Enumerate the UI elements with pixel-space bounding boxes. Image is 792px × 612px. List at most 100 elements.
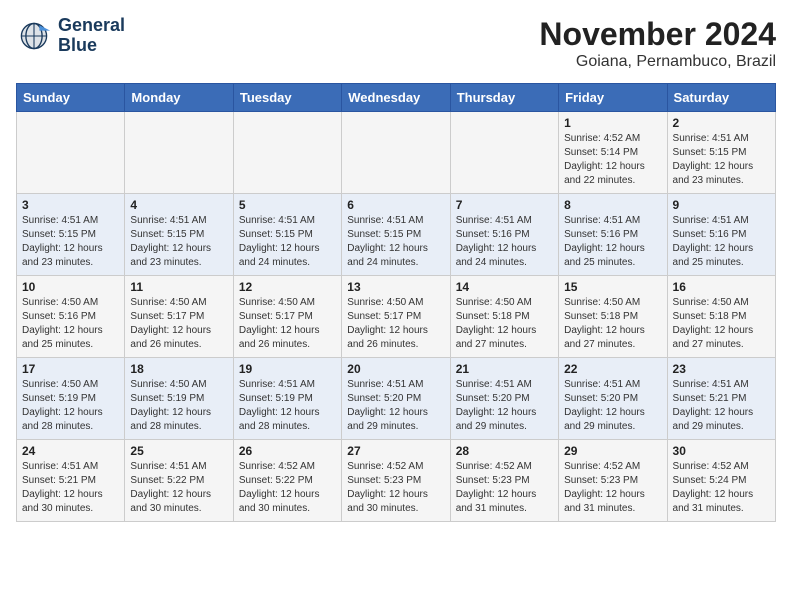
- day-info: Sunrise: 4:51 AM Sunset: 5:15 PM Dayligh…: [22, 214, 119, 270]
- calendar-cell: 26 Sunrise: 4:52 AM Sunset: 5:22 PM Dayli…: [233, 440, 341, 522]
- day-number: 11: [130, 280, 227, 294]
- location-title: Goiana, Pernambuco, Brazil: [539, 53, 776, 71]
- day-info: Sunrise: 4:52 AM Sunset: 5:24 PM Dayligh…: [673, 460, 770, 516]
- weekday-header-row: SundayMondayTuesdayWednesdayThursdayFrid…: [17, 84, 776, 112]
- calendar-cell: 5 Sunrise: 4:51 AM Sunset: 5:15 PM Daylig…: [233, 194, 341, 276]
- day-number: 7: [456, 198, 553, 212]
- calendar-cell: 12 Sunrise: 4:50 AM Sunset: 5:17 PM Dayli…: [233, 276, 341, 358]
- day-info: Sunrise: 4:51 AM Sunset: 5:15 PM Dayligh…: [239, 214, 336, 270]
- day-info: Sunrise: 4:51 AM Sunset: 5:16 PM Dayligh…: [456, 214, 553, 270]
- day-number: 18: [130, 362, 227, 376]
- week-row-2: 3 Sunrise: 4:51 AM Sunset: 5:15 PM Daylig…: [17, 194, 776, 276]
- calendar-cell: 14 Sunrise: 4:50 AM Sunset: 5:18 PM Dayli…: [450, 276, 558, 358]
- weekday-header-wednesday: Wednesday: [342, 84, 450, 112]
- day-number: 13: [347, 280, 444, 294]
- day-number: 4: [130, 198, 227, 212]
- calendar-cell: 15 Sunrise: 4:50 AM Sunset: 5:18 PM Dayli…: [559, 276, 667, 358]
- day-number: 30: [673, 444, 770, 458]
- calendar-cell: 11 Sunrise: 4:50 AM Sunset: 5:17 PM Dayli…: [125, 276, 233, 358]
- day-number: 16: [673, 280, 770, 294]
- day-info: Sunrise: 4:52 AM Sunset: 5:23 PM Dayligh…: [564, 460, 661, 516]
- day-number: 17: [22, 362, 119, 376]
- day-info: Sunrise: 4:51 AM Sunset: 5:20 PM Dayligh…: [347, 378, 444, 434]
- day-info: Sunrise: 4:51 AM Sunset: 5:15 PM Dayligh…: [130, 214, 227, 270]
- day-info: Sunrise: 4:51 AM Sunset: 5:15 PM Dayligh…: [673, 132, 770, 188]
- day-info: Sunrise: 4:51 AM Sunset: 5:19 PM Dayligh…: [239, 378, 336, 434]
- calendar-cell: [233, 112, 341, 194]
- day-number: 14: [456, 280, 553, 294]
- day-number: 3: [22, 198, 119, 212]
- day-info: Sunrise: 4:52 AM Sunset: 5:23 PM Dayligh…: [347, 460, 444, 516]
- calendar-cell: 10 Sunrise: 4:50 AM Sunset: 5:16 PM Dayli…: [17, 276, 125, 358]
- calendar-cell: 28Sunrise: 4:52 AM Sunset: 5:23 PM Dayli…: [450, 440, 558, 522]
- day-info: Sunrise: 4:51 AM Sunset: 5:21 PM Dayligh…: [22, 460, 119, 516]
- calendar-cell: [125, 112, 233, 194]
- day-info: Sunrise: 4:51 AM Sunset: 5:20 PM Dayligh…: [564, 378, 661, 434]
- week-row-5: 24 Sunrise: 4:51 AM Sunset: 5:21 PM Dayli…: [17, 440, 776, 522]
- calendar-table: SundayMondayTuesdayWednesdayThursdayFrid…: [16, 83, 776, 522]
- day-number: 21: [456, 362, 553, 376]
- calendar-cell: 1 Sunrise: 4:52 AM Sunset: 5:14 PM Daylig…: [559, 112, 667, 194]
- day-number: 29: [564, 444, 661, 458]
- day-info: Sunrise: 4:51 AM Sunset: 5:16 PM Dayligh…: [673, 214, 770, 270]
- weekday-header-friday: Friday: [559, 84, 667, 112]
- logo-icon: [16, 18, 52, 54]
- day-info: Sunrise: 4:50 AM Sunset: 5:19 PM Dayligh…: [22, 378, 119, 434]
- day-number: 9: [673, 198, 770, 212]
- calendar-cell: 30 Sunrise: 4:52 AM Sunset: 5:24 PM Dayli…: [667, 440, 775, 522]
- calendar-cell: [342, 112, 450, 194]
- day-number: 27: [347, 444, 444, 458]
- calendar-cell: 29 Sunrise: 4:52 AM Sunset: 5:23 PM Dayli…: [559, 440, 667, 522]
- calendar-cell: 8Sunrise: 4:51 AM Sunset: 5:16 PM Daylig…: [559, 194, 667, 276]
- logo: General Blue: [16, 16, 125, 56]
- weekday-header-saturday: Saturday: [667, 84, 775, 112]
- weekday-header-sunday: Sunday: [17, 84, 125, 112]
- day-number: 28: [456, 444, 553, 458]
- calendar-cell: 18 Sunrise: 4:50 AM Sunset: 5:19 PM Dayli…: [125, 358, 233, 440]
- day-info: Sunrise: 4:51 AM Sunset: 5:22 PM Dayligh…: [130, 460, 227, 516]
- day-info: Sunrise: 4:50 AM Sunset: 5:19 PM Dayligh…: [130, 378, 227, 434]
- day-number: 1: [564, 116, 661, 130]
- calendar-cell: [17, 112, 125, 194]
- calendar-cell: 9 Sunrise: 4:51 AM Sunset: 5:16 PM Daylig…: [667, 194, 775, 276]
- day-info: Sunrise: 4:50 AM Sunset: 5:17 PM Dayligh…: [130, 296, 227, 352]
- calendar-cell: 7 Sunrise: 4:51 AM Sunset: 5:16 PM Daylig…: [450, 194, 558, 276]
- day-info: Sunrise: 4:52 AM Sunset: 5:14 PM Dayligh…: [564, 132, 661, 188]
- week-row-3: 10 Sunrise: 4:50 AM Sunset: 5:16 PM Dayli…: [17, 276, 776, 358]
- day-number: 24: [22, 444, 119, 458]
- title-area: November 2024 Goiana, Pernambuco, Brazil: [539, 16, 776, 71]
- calendar-cell: 17 Sunrise: 4:50 AM Sunset: 5:19 PM Dayli…: [17, 358, 125, 440]
- calendar-cell: 25Sunrise: 4:51 AM Sunset: 5:22 PM Dayli…: [125, 440, 233, 522]
- calendar-cell: 22 Sunrise: 4:51 AM Sunset: 5:20 PM Dayli…: [559, 358, 667, 440]
- day-number: 20: [347, 362, 444, 376]
- day-info: Sunrise: 4:50 AM Sunset: 5:16 PM Dayligh…: [22, 296, 119, 352]
- day-info: Sunrise: 4:50 AM Sunset: 5:18 PM Dayligh…: [456, 296, 553, 352]
- day-number: 2: [673, 116, 770, 130]
- day-info: Sunrise: 4:52 AM Sunset: 5:22 PM Dayligh…: [239, 460, 336, 516]
- day-number: 12: [239, 280, 336, 294]
- calendar-cell: 3 Sunrise: 4:51 AM Sunset: 5:15 PM Daylig…: [17, 194, 125, 276]
- day-info: Sunrise: 4:51 AM Sunset: 5:15 PM Dayligh…: [347, 214, 444, 270]
- calendar-cell: 13 Sunrise: 4:50 AM Sunset: 5:17 PM Dayli…: [342, 276, 450, 358]
- day-number: 26: [239, 444, 336, 458]
- day-info: Sunrise: 4:50 AM Sunset: 5:17 PM Dayligh…: [239, 296, 336, 352]
- calendar-cell: 27 Sunrise: 4:52 AM Sunset: 5:23 PM Dayli…: [342, 440, 450, 522]
- weekday-header-thursday: Thursday: [450, 84, 558, 112]
- day-number: 10: [22, 280, 119, 294]
- day-number: 23: [673, 362, 770, 376]
- day-number: 15: [564, 280, 661, 294]
- week-row-4: 17 Sunrise: 4:50 AM Sunset: 5:19 PM Dayli…: [17, 358, 776, 440]
- calendar-cell: 2 Sunrise: 4:51 AM Sunset: 5:15 PM Daylig…: [667, 112, 775, 194]
- day-number: 6: [347, 198, 444, 212]
- month-title: November 2024: [539, 16, 776, 53]
- calendar-cell: 6 Sunrise: 4:51 AM Sunset: 5:15 PM Daylig…: [342, 194, 450, 276]
- day-number: 22: [564, 362, 661, 376]
- calendar-cell: 4 Sunrise: 4:51 AM Sunset: 5:15 PM Daylig…: [125, 194, 233, 276]
- day-info: Sunrise: 4:50 AM Sunset: 5:18 PM Dayligh…: [564, 296, 661, 352]
- day-number: 19: [239, 362, 336, 376]
- day-info: Sunrise: 4:50 AM Sunset: 5:17 PM Dayligh…: [347, 296, 444, 352]
- calendar-cell: 23Sunrise: 4:51 AM Sunset: 5:21 PM Dayli…: [667, 358, 775, 440]
- day-number: 5: [239, 198, 336, 212]
- weekday-header-monday: Monday: [125, 84, 233, 112]
- logo-text: General Blue: [58, 16, 125, 56]
